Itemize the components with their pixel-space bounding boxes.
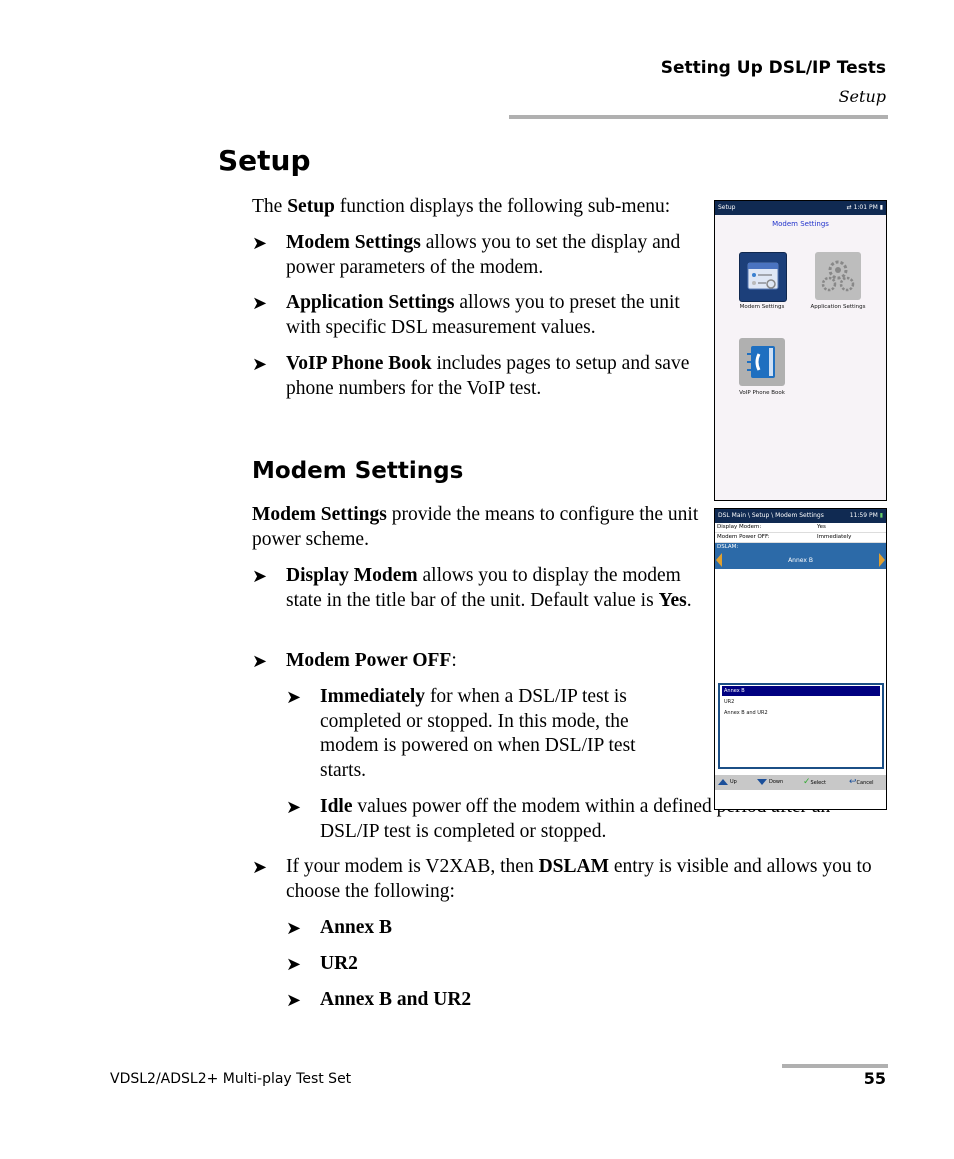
gears-icon [821, 260, 855, 292]
battery-icon: ▮ [879, 204, 883, 211]
section-subtitle: Setup [838, 87, 886, 106]
list-option[interactable]: Annex B and UR2 [722, 708, 880, 718]
arrow-down-icon [757, 778, 767, 785]
screen-title-bar: DSL Main \ Setup \ Modem Settings 11:59 … [715, 509, 886, 523]
footer-divider [782, 1064, 888, 1068]
arrow-up-icon [718, 778, 728, 785]
setup-item-voip-phone-book: ➤ VoIP Phone Book includes pages to setu… [252, 352, 691, 401]
return-arrow-icon: ↩ [849, 777, 857, 787]
application-settings-tile[interactable] [815, 252, 861, 300]
item-bold: Modem Settings [286, 232, 421, 253]
bullet-arrow-icon: ➤ [286, 918, 302, 938]
voip-phone-book-label: VoIP Phone Book [739, 390, 785, 396]
softkey-label: Cancel [856, 780, 874, 786]
intro-bold: Setup [287, 196, 335, 217]
softkey-label: Select [810, 780, 826, 786]
option-label: Annex B and UR2 [320, 989, 472, 1010]
softkey-label: Down [769, 779, 784, 785]
setup-screen-screenshot: Setup ⇄ 1:01 PM ▮ Modem Settings Modem S… [714, 200, 887, 501]
header-divider [509, 115, 888, 119]
item-bold: DSLAM [538, 856, 609, 877]
chapter-title: Setting Up DSL/IP Tests [660, 58, 886, 78]
dslam-selector[interactable]: DSLAM: Annex B [715, 543, 886, 569]
dslam-option-annex-b-and-ur2: ➤ Annex B and UR2 [286, 988, 472, 1013]
dslam-label: DSLAM: [717, 544, 739, 550]
dslam-option-ur2: ➤ UR2 [286, 952, 358, 977]
item-text: If your modem is V2XAB, then [286, 856, 539, 877]
row-label: Modem Power OFF: [717, 534, 770, 540]
product-name: VDSL2/ADSL2+ Multi-play Test Set [110, 1071, 352, 1087]
default-value: Yes [658, 589, 687, 611]
item-bold: Modem Power OFF [286, 650, 452, 671]
setup-item-modem-settings: ➤ Modem Settings allows you to set the d… [252, 231, 711, 280]
item-bold: Idle [320, 796, 353, 817]
clock: 11:59 PM [849, 512, 878, 519]
battery-icon: ▮ [879, 512, 883, 519]
modem-item-display-modem: ➤ Display Modem allows you to display th… [252, 565, 692, 611]
intro-text: The [252, 196, 288, 217]
bullet-arrow-icon: ➤ [252, 233, 268, 253]
item-bold: Display Modem [286, 565, 418, 586]
modem-settings-heading: Modem Settings [252, 458, 464, 484]
modem-settings-label: Modem Settings [739, 304, 785, 310]
modem-settings-icon [747, 262, 779, 290]
row-label: Display Modem: [717, 524, 762, 530]
modem-settings-tile[interactable] [739, 252, 787, 302]
status-area: 11:59 PM ▮ [850, 509, 883, 523]
screen-heading: Modem Settings [772, 220, 829, 228]
dslam-option-annex-b: ➤ Annex B [286, 916, 393, 941]
power-sub-immediately: ➤ Immediately for when a DSL/IP test is … [286, 685, 680, 783]
softkey-bar: Up Down ✓Select ↩Cancel [715, 775, 886, 790]
bullet-arrow-icon: ➤ [252, 651, 268, 671]
row-value: Immediately [817, 534, 852, 540]
modem-power-off-row[interactable]: Modem Power OFF: Immediately [715, 533, 886, 543]
item-bold: Application Settings [286, 292, 455, 313]
modem-intro: Modem Settings provide the means to conf… [252, 503, 707, 552]
bullet-arrow-icon: ➤ [252, 293, 268, 313]
screen-title-bar: Setup ⇄ 1:01 PM ▮ [715, 201, 886, 215]
bullet-arrow-icon: ➤ [252, 857, 268, 877]
display-modem-row[interactable]: Display Modem: Yes [715, 523, 886, 533]
list-option[interactable]: UR2 [722, 697, 880, 707]
list-option-selected[interactable]: Annex B [722, 686, 880, 696]
bullet-arrow-icon: ➤ [286, 797, 302, 817]
softkey-label: Up [730, 779, 737, 785]
modem-item-dslam: ➤ If your modem is V2XAB, then DSLAM ent… [252, 855, 891, 904]
screen-breadcrumb: DSL Main \ Setup \ Modem Settings [718, 512, 824, 519]
item-bold: Immediately [320, 686, 426, 707]
dslam-value: Annex B [788, 557, 813, 564]
option-label: Annex B [320, 917, 393, 938]
modem-item-power-off: ➤ Modem Power OFF: [252, 649, 686, 674]
bullet-arrow-icon: ➤ [286, 990, 302, 1010]
page-number: 55 [863, 1069, 886, 1088]
bullet-arrow-icon: ➤ [286, 687, 302, 707]
down-softkey[interactable]: Down [757, 775, 783, 790]
screen-title: Setup [718, 204, 736, 211]
item-bold: VoIP Phone Book [286, 353, 432, 374]
clock: 1:01 PM [853, 204, 878, 211]
setup-heading: Setup [218, 144, 311, 177]
up-softkey[interactable]: Up [718, 775, 737, 790]
bullet-arrow-icon: ➤ [252, 354, 268, 374]
intro-bold: Modem Settings [252, 504, 387, 525]
checkmark-icon: ✓ [803, 777, 811, 787]
chevron-right-icon[interactable] [879, 553, 885, 567]
application-settings-label: Application Settings [810, 304, 866, 310]
bullet-arrow-icon: ➤ [286, 954, 302, 974]
setup-item-application-settings: ➤ Application Settings allows you to pre… [252, 291, 711, 340]
modem-settings-screenshot: DSL Main \ Setup \ Modem Settings 11:59 … [714, 508, 887, 810]
voip-phone-book-tile[interactable] [739, 338, 785, 386]
row-value: Yes [817, 524, 826, 530]
option-label: UR2 [320, 953, 358, 974]
select-softkey[interactable]: ✓Select [803, 775, 826, 791]
cancel-softkey[interactable]: ↩Cancel [849, 775, 874, 791]
phone-book-icon [747, 346, 775, 378]
status-area: ⇄ 1:01 PM ▮ [846, 204, 883, 211]
bullet-arrow-icon: ➤ [252, 566, 268, 586]
setup-intro: The Setup function displays the followin… [252, 195, 712, 220]
colon: : [451, 650, 457, 671]
dslam-options-list[interactable]: Annex B UR2 Annex B and UR2 [718, 683, 884, 769]
intro-text-post: function displays the following sub-menu… [334, 196, 671, 217]
